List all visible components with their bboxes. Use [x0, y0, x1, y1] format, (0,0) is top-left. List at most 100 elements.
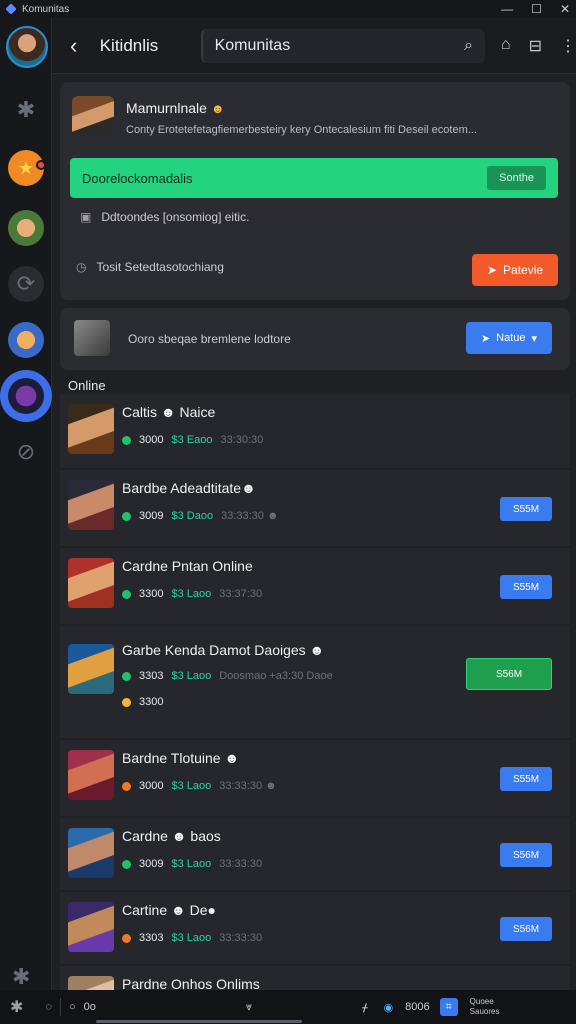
search-icon[interactable]: ⌕: [464, 37, 473, 55]
server-avatar-active[interactable]: [8, 378, 44, 414]
circle-icon[interactable]: ○: [69, 1001, 76, 1013]
close-button[interactable]: ✕: [560, 2, 570, 16]
member-avatar: [68, 404, 114, 454]
chat-icon[interactable]: ◌: [45, 1001, 52, 1013]
member-stat: $3 Laoo: [171, 932, 212, 944]
server-star[interactable]: ★: [8, 150, 46, 186]
arrow-icon: ➤: [486, 263, 498, 277]
notification-badge: [36, 160, 46, 170]
member-avatar: [68, 902, 114, 952]
member-stat: 33:37:30: [219, 588, 263, 600]
back-button[interactable]: ‹: [70, 33, 90, 59]
settings-puzzle-icon[interactable]: ✱: [12, 964, 30, 990]
member-row[interactable]: Cartine ☻ De● 3303 $3 Laoo 33:33:30 S56M: [60, 892, 570, 966]
color-icon[interactable]: ◉: [384, 1001, 394, 1014]
server-avatar-1[interactable]: [8, 210, 44, 246]
member-row[interactable]: Bardbe Adeadtitate☻ 3009 $3 Daoo 33:33:30 ☻…: [60, 470, 570, 548]
arrow-icon: ➤: [480, 332, 491, 345]
member-stat: 33:33:30: [219, 858, 263, 870]
puzzle-icon[interactable]: ✱: [10, 997, 23, 1017]
member-avatar: [68, 828, 114, 878]
profile-card: Mamurnlnale ☻ Conty Erotetefetagfiemerbe…: [60, 82, 570, 300]
refresh-icon[interactable]: ⟳: [8, 266, 44, 302]
member-stat: 33:33:30 ☻: [219, 780, 277, 792]
member-name: Cartine ☻ De●: [122, 902, 216, 918]
member-action-button[interactable]: S55M: [500, 767, 552, 791]
banner-button[interactable]: Sonthe: [487, 166, 546, 190]
member-stat: $3 Laoo: [171, 588, 212, 600]
community-button[interactable]: ➤ Natue ▾: [466, 322, 552, 354]
member-action-button[interactable]: S55M: [500, 575, 552, 599]
member-stats: 3000 $3 Laoo 33:33:30 ☻: [122, 780, 277, 792]
server-rail: ✱ ★ ⟳ ⊘ ✱: [0, 18, 52, 990]
member-stat: $3 Laoo: [171, 858, 212, 870]
app-icon[interactable]: ⌗: [439, 998, 458, 1016]
member-stats: 3303 $3 Laoo Doosmao +a3:30 Daoe: [122, 670, 333, 682]
member-action-button[interactable]: S56M: [466, 658, 552, 690]
member-stat: $3 Daoo: [171, 510, 214, 522]
online-section-label: Online: [68, 378, 106, 393]
member-stat: Doosmao +a3:30 Daoe: [219, 670, 333, 682]
member-row[interactable]: Cardne ☻ baos 3009 $3 Laoo 33:33:30 S56M: [60, 818, 570, 892]
status-dot: [122, 671, 131, 681]
member-stat: 3000: [139, 434, 164, 446]
home-icon[interactable]: ⌂: [501, 36, 511, 56]
member-stat: 3300: [139, 696, 164, 708]
profile-description: Conty Erotetefetagfiemerbesteiry kery On…: [126, 124, 477, 136]
member-stat: 33:33:30: [219, 932, 263, 944]
title-bar: Komunitas — ☐ ✕: [0, 0, 576, 18]
minimize-button[interactable]: —: [501, 2, 513, 16]
community-avatar: [74, 320, 110, 356]
bottom-right-label: Quoee Sauores: [469, 997, 500, 1016]
horizontal-scrollbar[interactable]: [96, 1020, 302, 1023]
member-action-button[interactable]: S56M: [500, 917, 552, 941]
member-row[interactable]: Cardne Pntan Online 3300 $3 Laoo 33:37:30 S5…: [60, 548, 570, 626]
member-stats: 3000 $3 Eaoo 33:30:30: [122, 434, 263, 446]
member-name: Bardne Tlotuine ☻: [122, 750, 240, 766]
member-row[interactable]: Bardne Tlotuine ☻ 3000 $3 Laoo 33:33:30 ☻ S5…: [60, 740, 570, 818]
status-dot: [122, 435, 131, 445]
maximize-button[interactable]: ☐: [531, 2, 542, 16]
member-name: Cardne Pntan Online: [122, 558, 253, 574]
more-icon[interactable]: ⋮: [560, 36, 576, 56]
discover-icon[interactable]: ⊘: [8, 434, 44, 470]
action-button[interactable]: ➤ Patevie: [472, 254, 558, 286]
status-dot: [122, 697, 131, 707]
server-avatar-2[interactable]: [8, 322, 44, 358]
member-stat: 3300: [139, 588, 164, 600]
down-arrow-icon[interactable]: ⩔: [246, 1001, 252, 1014]
member-action-button[interactable]: S55M: [500, 497, 552, 521]
community-card: Ooro sbeqae bremlene lodtore ➤ Natue ▾: [60, 308, 570, 370]
profile-avatar: [72, 96, 114, 138]
user-avatar[interactable]: [6, 26, 48, 68]
member-stats: 3009 $3 Daoo 33:33:30 ☻: [122, 510, 279, 522]
member-stat: 3303: [139, 670, 164, 682]
member-stat: $3 Laoo: [171, 670, 212, 682]
member-avatar: [68, 644, 114, 694]
search-input[interactable]: Komunitas ⌕: [200, 28, 485, 63]
member-stat: $3 Eaoo: [171, 434, 213, 446]
mic-icon[interactable]: ᚋ: [362, 1001, 367, 1014]
member-stats: 3009 $3 Laoo 33:33:30: [122, 858, 262, 870]
window-title: Komunitas: [22, 3, 70, 15]
status-dot: [122, 589, 131, 599]
member-row[interactable]: Garbe Kenda Damot Daoiges ☻ 3303 $3 Laoo Do…: [60, 626, 570, 740]
member-stats-secondary: 3300: [122, 696, 163, 708]
member-stat: 3000: [139, 780, 164, 792]
profile-name: Mamurnlnale ☻: [126, 100, 225, 116]
info-row: ▣ Ddtoondes [onsomiog] eitic.: [80, 210, 249, 224]
member-name: Garbe Kenda Damot Daoiges ☻: [122, 642, 325, 658]
member-name: Bardbe Adeadtitate☻: [122, 480, 256, 496]
member-stat: 3009: [139, 510, 164, 522]
puzzle-icon[interactable]: ✱: [8, 92, 44, 128]
status-dot: [122, 511, 131, 521]
status-dot: [122, 859, 131, 869]
member-stat: 3303: [139, 932, 164, 944]
member-row[interactable]: Caltis ☻ Naice 3000 $3 Eaoo 33:30:30: [60, 394, 570, 470]
header-actions: ⌂ ⊟ ⋮: [501, 36, 576, 56]
member-action-button[interactable]: S56M: [500, 843, 552, 867]
member-avatar: [68, 558, 114, 608]
info-text: Ddtoondes [onsomiog] eitic.: [101, 210, 250, 224]
bottom-left-text: 0o: [83, 1001, 96, 1013]
panel-icon[interactable]: ⊟: [529, 36, 542, 56]
